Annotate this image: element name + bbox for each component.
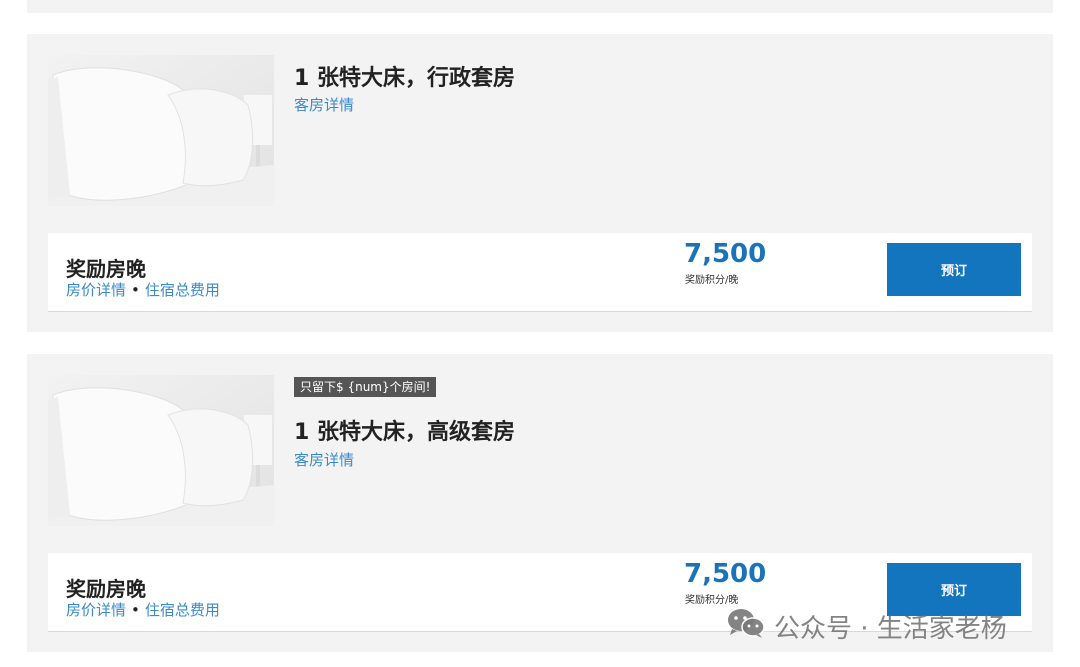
rate-name: 奖励房晚: [66, 577, 146, 601]
rate-name: 奖励房晚: [66, 257, 146, 281]
separator: •: [131, 281, 140, 299]
previous-room-card-edge: [27, 0, 1053, 13]
room-title: 1 张特大床，行政套房: [294, 66, 515, 91]
rate-links: 房价详情 • 住宿总费用: [66, 279, 220, 300]
total-cost-link[interactable]: 住宿总费用: [145, 281, 220, 299]
wechat-icon: [726, 607, 774, 646]
room-details-link[interactable]: 客房详情: [294, 94, 354, 115]
room-photo: [48, 55, 274, 206]
separator: •: [131, 601, 140, 619]
price-details-link[interactable]: 房价详情: [66, 281, 126, 299]
room-details-link[interactable]: 客房详情: [294, 449, 354, 470]
rate-row: 奖励房晚 房价详情 • 住宿总费用 7,500 奖励积分/晚 预订: [48, 233, 1032, 312]
points-unit: 奖励积分/晚: [685, 275, 739, 286]
room-photo: [48, 375, 274, 526]
watermark-text: 公众号 · 生活家老杨: [774, 613, 1007, 644]
book-button[interactable]: 预订: [887, 243, 1021, 296]
points-value: 7,500: [684, 559, 767, 589]
watermark: 公众号 · 生活家老杨: [726, 606, 1007, 646]
points-value: 7,500: [684, 239, 767, 269]
room-title: 1 张特大床，高级套房: [294, 420, 515, 445]
total-cost-link[interactable]: 住宿总费用: [145, 601, 220, 619]
rooms-left-badge: 只留下$ {num}个房间!: [294, 377, 437, 397]
room-card: 1 张特大床，行政套房 客房详情 奖励房晚 房价详情 • 住宿总费用 7,500 奖…: [27, 34, 1053, 332]
price-details-link[interactable]: 房价详情: [66, 601, 126, 619]
rate-links: 房价详情 • 住宿总费用: [66, 599, 220, 620]
points-unit: 奖励积分/晚: [685, 595, 739, 606]
